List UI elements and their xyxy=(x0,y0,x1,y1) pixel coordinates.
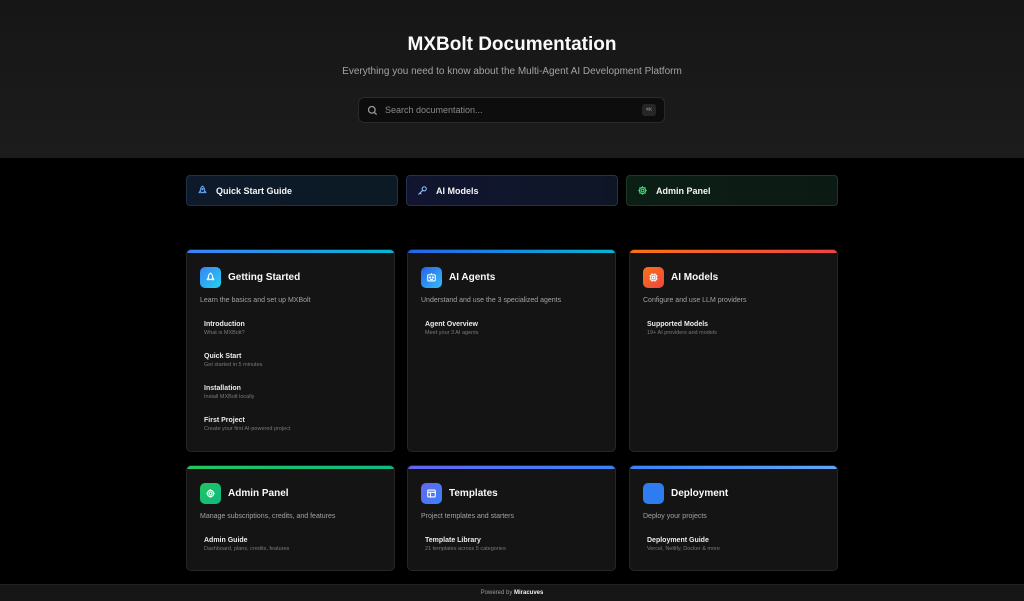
page-footer: Powered by Miracuves xyxy=(0,584,1024,601)
doc-link-subtitle: Create your first AI-powered project xyxy=(204,426,291,432)
page-subtitle: Everything you need to know about the Mu… xyxy=(342,66,682,77)
card-accent-bar xyxy=(187,466,394,469)
card-icon-badge xyxy=(421,267,442,288)
doc-link-title: Supported Models xyxy=(647,321,709,328)
page-title: MXBolt Documentation xyxy=(407,34,617,55)
doc-link-title: Template Library xyxy=(425,537,481,544)
card-description: Project templates and starters xyxy=(421,513,514,520)
card-icon-badge xyxy=(643,483,664,504)
doc-link-deployment-guide[interactable]: Deployment Guide Vercel, Netlify, Docker… xyxy=(647,537,720,569)
card-title: AI Agents xyxy=(449,272,496,283)
doc-link-installation[interactable]: Installation Install MXBolt locally xyxy=(204,385,291,417)
robot-icon xyxy=(427,273,436,282)
card-title: Deployment xyxy=(671,488,729,499)
search-input[interactable] xyxy=(385,105,642,115)
card-title: Admin Panel xyxy=(228,488,289,499)
rocket-icon xyxy=(198,185,207,194)
card-title: Getting Started xyxy=(228,272,301,283)
search-icon xyxy=(367,105,378,115)
card-deployment: Deployment Deploy your projects Deployme… xyxy=(629,465,838,571)
doc-link-subtitle: Get started in 5 minutes xyxy=(204,362,263,368)
card-admin-panel: Admin Panel Manage subscriptions, credit… xyxy=(186,465,395,571)
doc-link-supported-models[interactable]: Supported Models 19+ AI providers and mo… xyxy=(647,321,717,353)
search-box[interactable]: ⌘K xyxy=(358,97,665,123)
quick-link-quick-start[interactable]: Quick Start Guide xyxy=(186,175,398,206)
card-icon-badge xyxy=(200,483,221,504)
doc-link-subtitle: Meet your 3 AI agents xyxy=(425,330,479,336)
doc-link-template-library[interactable]: Template Library 21 templates across 5 c… xyxy=(425,537,506,569)
card-accent-bar xyxy=(630,466,837,469)
doc-link-subtitle: 21 templates across 5 categories xyxy=(425,546,506,552)
card-icon-badge xyxy=(200,267,221,288)
doc-link-quick-start[interactable]: Quick Start Get started in 5 minutes xyxy=(204,353,291,385)
card-templates: Templates Project templates and starters… xyxy=(407,465,616,571)
doc-link-subtitle: 19+ AI providers and models xyxy=(647,330,717,336)
doc-link-subtitle: Dashboard, plans, credits, features xyxy=(204,546,290,552)
doc-link-title: Quick Start xyxy=(204,353,242,360)
card-icon-badge xyxy=(421,483,442,504)
gear-icon xyxy=(638,186,647,195)
doc-link-subtitle: Vercel, Netlify, Docker & more xyxy=(647,546,720,552)
card-ai-agents: AI Agents Understand and use the 3 speci… xyxy=(407,249,616,452)
card-accent-bar xyxy=(408,250,615,253)
quick-link-label: Admin Panel xyxy=(656,185,711,196)
doc-link-title: Deployment Guide xyxy=(647,537,709,544)
key-icon xyxy=(418,186,427,195)
card-description: Manage subscriptions, credits, and featu… xyxy=(200,513,336,520)
template-icon xyxy=(427,489,436,498)
quick-link-label: Quick Start Guide xyxy=(216,185,293,196)
card-accent-bar xyxy=(408,466,615,469)
doc-link-subtitle: What is MXBolt? xyxy=(204,330,245,336)
doc-link-agent-overview[interactable]: Agent Overview Meet your 3 AI agents xyxy=(425,321,479,353)
footer-brand-link[interactable]: Miracuves xyxy=(514,590,543,596)
doc-link-introduction[interactable]: Introduction What is MXBolt? xyxy=(204,321,291,353)
doc-link-subtitle: Install MXBolt locally xyxy=(204,394,255,400)
card-icon-badge xyxy=(643,267,664,288)
chip-icon xyxy=(649,273,658,282)
quick-link-label: AI Models xyxy=(436,185,479,196)
card-accent-bar xyxy=(630,250,837,253)
rocket-icon xyxy=(206,272,215,281)
hero-header: MXBolt Documentation Everything you need… xyxy=(0,0,1024,158)
doc-link-title: Introduction xyxy=(204,321,245,328)
search-shortcut-badge: ⌘K xyxy=(641,104,656,116)
doc-link-title: First Project xyxy=(204,417,245,424)
doc-link-title: Admin Guide xyxy=(204,537,248,544)
quick-link-admin-panel[interactable]: Admin Panel xyxy=(626,175,838,206)
doc-link-first-project[interactable]: First Project Create your first AI-power… xyxy=(204,417,291,449)
doc-link-admin-guide[interactable]: Admin Guide Dashboard, plans, credits, f… xyxy=(204,537,289,569)
card-description: Deploy your projects xyxy=(643,513,707,520)
doc-link-title: Installation xyxy=(204,385,241,392)
card-title: Templates xyxy=(449,488,498,499)
doc-link-title: Agent Overview xyxy=(425,321,478,328)
quick-link-ai-models[interactable]: AI Models xyxy=(406,175,618,206)
card-description: Learn the basics and set up MXBolt xyxy=(200,297,311,304)
card-ai-models: AI Models Configure and use LLM provider… xyxy=(629,249,838,452)
card-title: AI Models xyxy=(671,272,719,283)
card-getting-started: Getting Started Learn the basics and set… xyxy=(186,249,395,452)
card-accent-bar xyxy=(187,250,394,253)
footer-prefix: Powered by xyxy=(480,590,513,596)
deploy-icon xyxy=(651,489,656,496)
gear-icon xyxy=(206,489,215,498)
card-description: Understand and use the 3 specialized age… xyxy=(421,297,562,304)
card-description: Configure and use LLM providers xyxy=(643,297,747,304)
